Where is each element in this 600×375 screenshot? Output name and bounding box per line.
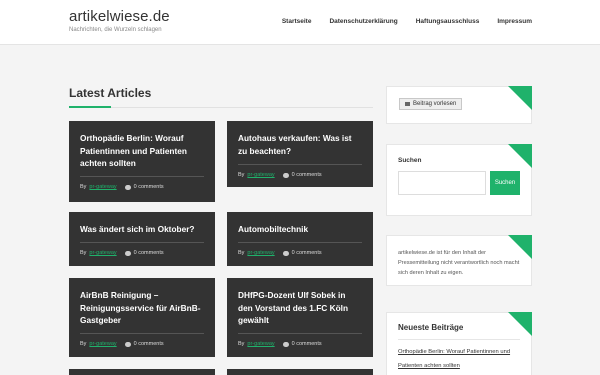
article-meta: By pr-gateway 0 comments xyxy=(80,250,164,256)
author-link[interactable]: pr-gateway xyxy=(247,341,274,347)
corner-accent xyxy=(508,312,532,336)
article-title[interactable]: Automobiltechnik xyxy=(238,223,362,236)
article-title[interactable]: Autohaus verkaufen: Was ist zu beachten? xyxy=(238,132,362,157)
by-label: By xyxy=(238,250,245,256)
comments-link[interactable]: 0 comments xyxy=(292,172,322,178)
comments-link[interactable]: 0 comments xyxy=(292,250,322,256)
nav-item-impressum[interactable]: Impressum xyxy=(497,18,532,25)
info-text: artikelwiese.de ist für den Inhalt der P… xyxy=(398,250,520,276)
card-divider xyxy=(238,164,362,165)
article-card[interactable]: Was ändert sich im Oktober? By pr-gatewa… xyxy=(69,212,215,266)
author-link[interactable]: pr-gateway xyxy=(247,172,274,178)
article-card[interactable]: DHfPG-Dozent Ulf Sobek in den Vorstand d… xyxy=(227,278,373,357)
article-card[interactable]: Orthopädie Berlin: Worauf Patientinnen u… xyxy=(69,121,215,202)
read-aloud-button[interactable]: Beitrag vorlesen xyxy=(399,98,463,110)
site-header: artikelwiese.de Nachrichten, die Wurzeln… xyxy=(0,0,600,45)
article-card[interactable] xyxy=(227,369,373,375)
search-button[interactable]: Suchen xyxy=(490,171,520,195)
comment-icon xyxy=(282,250,289,256)
article-title[interactable]: Was ändert sich im Oktober? xyxy=(80,223,204,236)
info-widget: artikelwiese.de ist für den Inhalt der P… xyxy=(386,235,532,286)
article-meta: By pr-gateway 0 comments xyxy=(80,184,164,190)
comments-link[interactable]: 0 comments xyxy=(134,250,164,256)
main-nav: Startseite Datenschutzerklärung Haftungs… xyxy=(282,18,532,25)
recent-post-link[interactable]: Orthopädie Berlin: Worauf Patientinnen u… xyxy=(398,345,523,373)
article-card[interactable] xyxy=(69,369,215,375)
recent-posts-title: Neueste Beiträge xyxy=(398,323,464,332)
speaker-icon xyxy=(405,102,410,106)
card-divider xyxy=(80,176,204,177)
article-title[interactable]: AirBnB Reinigung – Reinigungsservice für… xyxy=(80,289,204,327)
by-label: By xyxy=(238,172,245,178)
article-title[interactable]: DHfPG-Dozent Ulf Sobek in den Vorstand d… xyxy=(238,289,362,327)
search-label: Suchen xyxy=(398,157,422,164)
nav-item-startseite[interactable]: Startseite xyxy=(282,18,312,25)
comments-link[interactable]: 0 comments xyxy=(292,341,322,347)
comment-icon xyxy=(124,184,131,190)
article-card[interactable]: AirBnB Reinigung – Reinigungsservice für… xyxy=(69,278,215,357)
card-divider xyxy=(80,242,204,243)
comment-icon xyxy=(124,250,131,256)
comments-link[interactable]: 0 comments xyxy=(134,184,164,190)
corner-accent xyxy=(508,86,532,110)
by-label: By xyxy=(238,341,245,347)
read-aloud-widget: Beitrag vorlesen xyxy=(386,86,532,124)
article-title[interactable]: Orthopädie Berlin: Worauf Patientinnen u… xyxy=(80,132,204,170)
search-widget: Suchen Suchen xyxy=(386,144,532,216)
section-divider xyxy=(111,107,373,108)
search-input[interactable] xyxy=(398,171,486,195)
by-label: By xyxy=(80,184,87,190)
comment-icon xyxy=(282,172,289,178)
author-link[interactable]: pr-gateway xyxy=(247,250,274,256)
comment-icon xyxy=(124,341,131,347)
section-underline xyxy=(69,106,111,108)
read-aloud-label: Beitrag vorlesen xyxy=(413,101,457,107)
site-title[interactable]: artikelwiese.de xyxy=(69,8,170,25)
article-meta: By pr-gateway 0 comments xyxy=(238,250,322,256)
author-link[interactable]: pr-gateway xyxy=(89,184,116,190)
comment-icon xyxy=(282,341,289,347)
site-tagline: Nachrichten, die Wurzeln schlagen xyxy=(69,27,162,33)
article-card[interactable]: Autohaus verkaufen: Was ist zu beachten?… xyxy=(227,121,373,187)
author-link[interactable]: pr-gateway xyxy=(89,250,116,256)
article-meta: By pr-gateway 0 comments xyxy=(238,172,322,178)
corner-accent xyxy=(508,144,532,168)
article-card[interactable]: Automobiltechnik By pr-gateway 0 comment… xyxy=(227,212,373,266)
comments-link[interactable]: 0 comments xyxy=(134,341,164,347)
by-label: By xyxy=(80,341,87,347)
recent-posts-widget: Neueste Beiträge Orthopädie Berlin: Wora… xyxy=(386,312,532,375)
article-meta: By pr-gateway 0 comments xyxy=(80,341,164,347)
card-divider xyxy=(80,333,204,334)
nav-item-haftung[interactable]: Haftungsausschluss xyxy=(416,18,480,25)
by-label: By xyxy=(80,250,87,256)
section-title: Latest Articles xyxy=(69,86,152,100)
article-meta: By pr-gateway 0 comments xyxy=(238,341,322,347)
card-divider xyxy=(238,242,362,243)
card-divider xyxy=(238,333,362,334)
recent-divider xyxy=(398,339,520,340)
author-link[interactable]: pr-gateway xyxy=(89,341,116,347)
nav-item-datenschutz[interactable]: Datenschutzerklärung xyxy=(329,18,397,25)
